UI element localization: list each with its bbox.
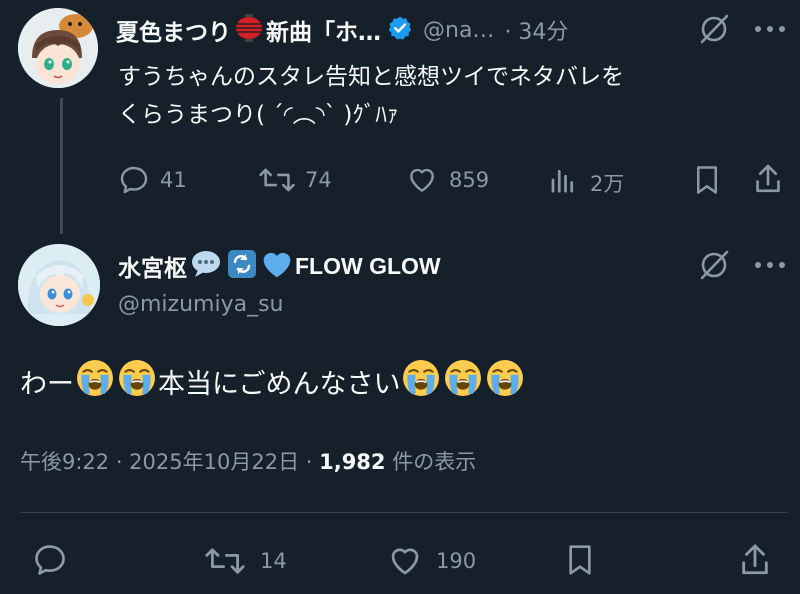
main-share-icon[interactable] bbox=[738, 540, 772, 580]
main-view-count: 1,982 bbox=[319, 450, 386, 474]
main-like-count: 190 bbox=[436, 549, 477, 573]
parent-avatar-image bbox=[18, 8, 98, 88]
main-grok-icon[interactable] bbox=[697, 248, 731, 282]
share-icon[interactable] bbox=[752, 162, 784, 196]
crying-emoji-group-1 bbox=[74, 359, 158, 404]
parent-handle[interactable]: @na… bbox=[423, 18, 494, 43]
main-header: 水宮枢 FLOW GLOW bbox=[118, 248, 441, 284]
parent-display-name[interactable]: 夏色まつり bbox=[116, 13, 231, 47]
main-heart-icon[interactable] bbox=[386, 543, 424, 579]
main-tweet-text: わー 本当にごめんなさい bbox=[20, 359, 526, 404]
parent-reply-count: 41 bbox=[160, 168, 187, 192]
thread-connector-line bbox=[60, 98, 63, 234]
parent-text-line-2: くらうまつり( ´◜︵◝` )ｸﾞﾊｧ bbox=[118, 102, 399, 128]
loudly-crying-face-emoji-icon bbox=[76, 359, 114, 404]
parent-avatar[interactable] bbox=[18, 8, 98, 88]
parent-time[interactable]: · 34分 bbox=[504, 14, 568, 46]
repeat-emoji-icon bbox=[227, 249, 257, 283]
parent-retweet-count: 74 bbox=[305, 168, 332, 192]
parent-name-suffix[interactable]: 新曲「ホ… bbox=[266, 13, 381, 47]
more-icon[interactable] bbox=[752, 18, 788, 40]
parent-header: 夏色まつり 新曲「ホ… @na… · 34分 bbox=[116, 12, 568, 48]
parent-view-count: 2万 bbox=[590, 172, 625, 196]
reply-icon[interactable] bbox=[118, 164, 150, 196]
views-chart-icon[interactable] bbox=[548, 164, 578, 196]
main-text-middle: 本当にごめんなさい bbox=[158, 368, 401, 400]
main-handle[interactable]: @mizumiya_su bbox=[118, 292, 283, 317]
heart-icon[interactable] bbox=[405, 164, 439, 196]
loudly-crying-face-emoji-icon bbox=[444, 359, 482, 404]
red-lantern-emoji-icon bbox=[234, 13, 264, 47]
main-bookmark-icon[interactable] bbox=[564, 540, 596, 580]
main-text-before: わー bbox=[20, 368, 74, 400]
verified-badge-icon bbox=[387, 15, 413, 45]
loudly-crying-face-emoji-icon bbox=[402, 359, 440, 404]
loudly-crying-face-emoji-icon bbox=[118, 359, 156, 404]
bookmark-icon[interactable] bbox=[692, 163, 722, 197]
grok-icon[interactable] bbox=[697, 12, 731, 46]
main-reply-icon[interactable] bbox=[32, 542, 68, 578]
main-retweet-icon[interactable] bbox=[204, 544, 246, 578]
main-display-name[interactable]: 水宮枢 bbox=[118, 249, 187, 283]
retweet-icon[interactable] bbox=[258, 164, 296, 196]
speech-balloon-emoji-icon bbox=[190, 249, 222, 283]
blue-heart-emoji-icon bbox=[261, 249, 293, 283]
main-avatar[interactable] bbox=[18, 244, 100, 326]
parent-tweet-text: すうちゃんのスタレ告知と感想ツイでネタバレを くらうまつり( ´◜︵◝` )ｸﾞ… bbox=[118, 58, 624, 134]
action-bar-divider bbox=[20, 512, 788, 513]
main-more-icon[interactable] bbox=[752, 254, 788, 276]
parent-like-count: 859 bbox=[449, 168, 490, 192]
parent-text-line-1: すうちゃんのスタレ告知と感想ツイでネタバレを bbox=[118, 64, 624, 90]
main-timestamp[interactable]: 午後9:22 · 2025年10月22日 · bbox=[20, 450, 319, 474]
main-avatar-image bbox=[18, 244, 100, 326]
main-name-tail[interactable]: FLOW GLOW bbox=[295, 253, 441, 280]
loudly-crying-face-emoji-icon bbox=[486, 359, 524, 404]
main-view-label: 件の表示 bbox=[385, 450, 477, 474]
main-timestamp-row: 午後9:22 · 2025年10月22日 · 1,982 件の表示 bbox=[20, 446, 476, 476]
crying-emoji-group-2 bbox=[400, 359, 526, 404]
main-retweet-count: 14 bbox=[260, 549, 287, 573]
